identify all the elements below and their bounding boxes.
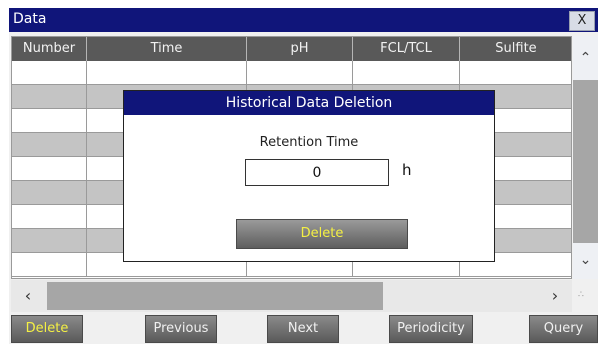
table-cell[interactable] (12, 133, 87, 157)
retention-time-label: Retention Time (259, 135, 359, 150)
previous-button[interactable]: Previous (145, 315, 217, 343)
vertical-scrollbar[interactable]: ⌃ ⌄ (573, 36, 598, 279)
unit-label: h (402, 161, 412, 179)
window-title: Data (13, 11, 47, 27)
query-button[interactable]: Query (529, 315, 598, 343)
chevron-down-icon[interactable]: ⌄ (573, 243, 598, 279)
table-cell[interactable] (12, 253, 87, 277)
column-header-ph[interactable]: pH (247, 37, 353, 61)
scrollbar-thumb[interactable] (47, 282, 383, 310)
chevron-left-icon[interactable]: ‹ (11, 280, 45, 312)
table-cell[interactable] (12, 85, 87, 109)
table-cell[interactable] (353, 61, 460, 85)
table-cell[interactable] (12, 229, 87, 253)
delete-button[interactable]: Delete (11, 315, 83, 343)
table-cell[interactable] (247, 61, 353, 85)
table-cell[interactable] (12, 205, 87, 229)
column-header-time[interactable]: Time (87, 37, 247, 61)
dialog-title: Historical Data Deletion (124, 91, 494, 115)
table-row[interactable] (12, 61, 571, 85)
chevron-up-icon[interactable]: ⌃ (573, 36, 598, 80)
table-cell[interactable] (12, 61, 87, 85)
column-header-number[interactable]: Number (12, 37, 87, 61)
next-button[interactable]: Next (267, 315, 339, 343)
dialog-delete-button[interactable]: Delete (236, 219, 408, 249)
table-cell[interactable] (12, 157, 87, 181)
chevron-right-icon[interactable]: › (538, 280, 572, 312)
resize-grip-icon[interactable]: ∴ (578, 290, 592, 304)
column-header-sulfite[interactable]: Sulfite (460, 37, 571, 61)
table-cell[interactable] (12, 181, 87, 205)
horizontal-scrollbar[interactable]: ‹ › (11, 280, 572, 312)
window-titlebar: Data X (9, 8, 598, 32)
retention-time-input[interactable]: 0 (245, 159, 389, 186)
table-cell[interactable] (87, 61, 247, 85)
table-cell[interactable] (460, 61, 571, 85)
close-button[interactable]: X (569, 11, 595, 31)
table-header: Number Time pH FCL/TCL Sulfite (12, 37, 571, 61)
data-window: Data X Number Time pH FCL/TCL Sulfite ⌃ … (9, 8, 598, 344)
historical-data-deletion-dialog: Historical Data Deletion Retention Time … (123, 90, 495, 262)
column-header-fcl-tcl[interactable]: FCL/TCL (353, 37, 460, 61)
table-cell[interactable] (12, 109, 87, 133)
periodicity-button[interactable]: Periodicity (389, 315, 473, 343)
